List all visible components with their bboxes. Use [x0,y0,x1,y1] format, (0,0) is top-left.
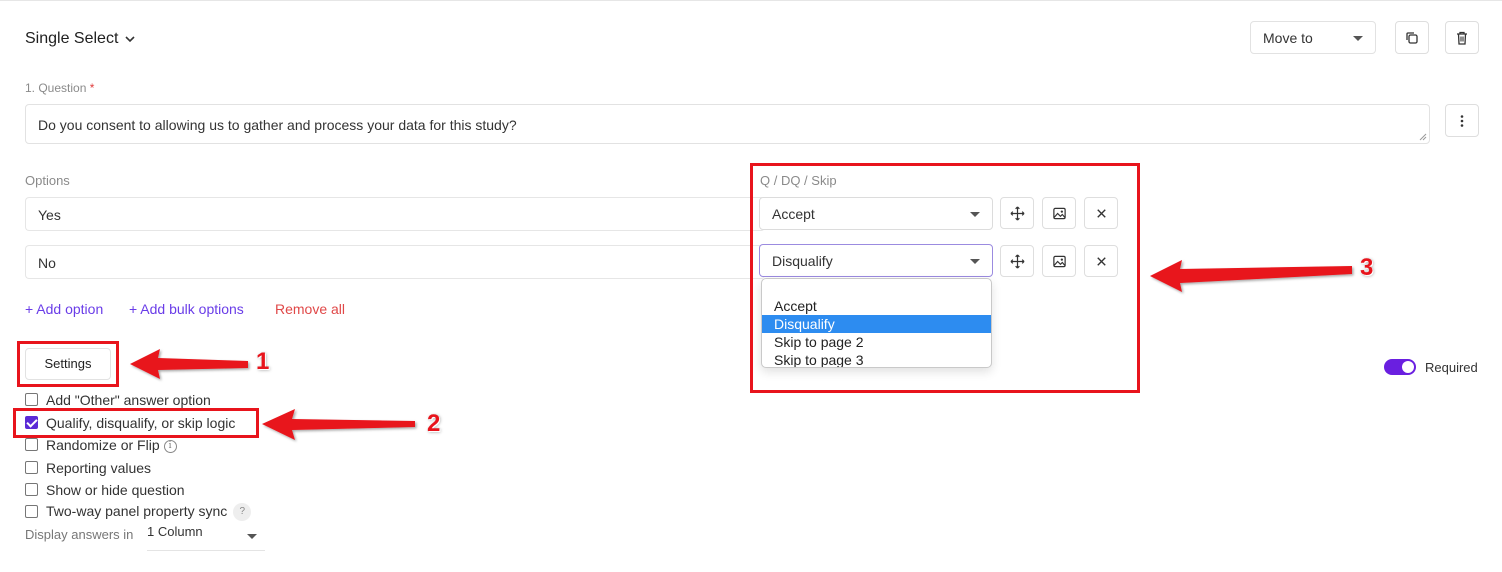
annotation-number-1: 1 [256,348,270,375]
arrow-1-icon [130,349,248,379]
arrow-3-icon [1150,260,1352,292]
annotation-number-2: 2 [427,410,441,437]
annotation-arrows [130,260,1352,440]
arrow-2-icon [262,409,415,440]
annotation-number-3: 3 [1360,254,1374,281]
